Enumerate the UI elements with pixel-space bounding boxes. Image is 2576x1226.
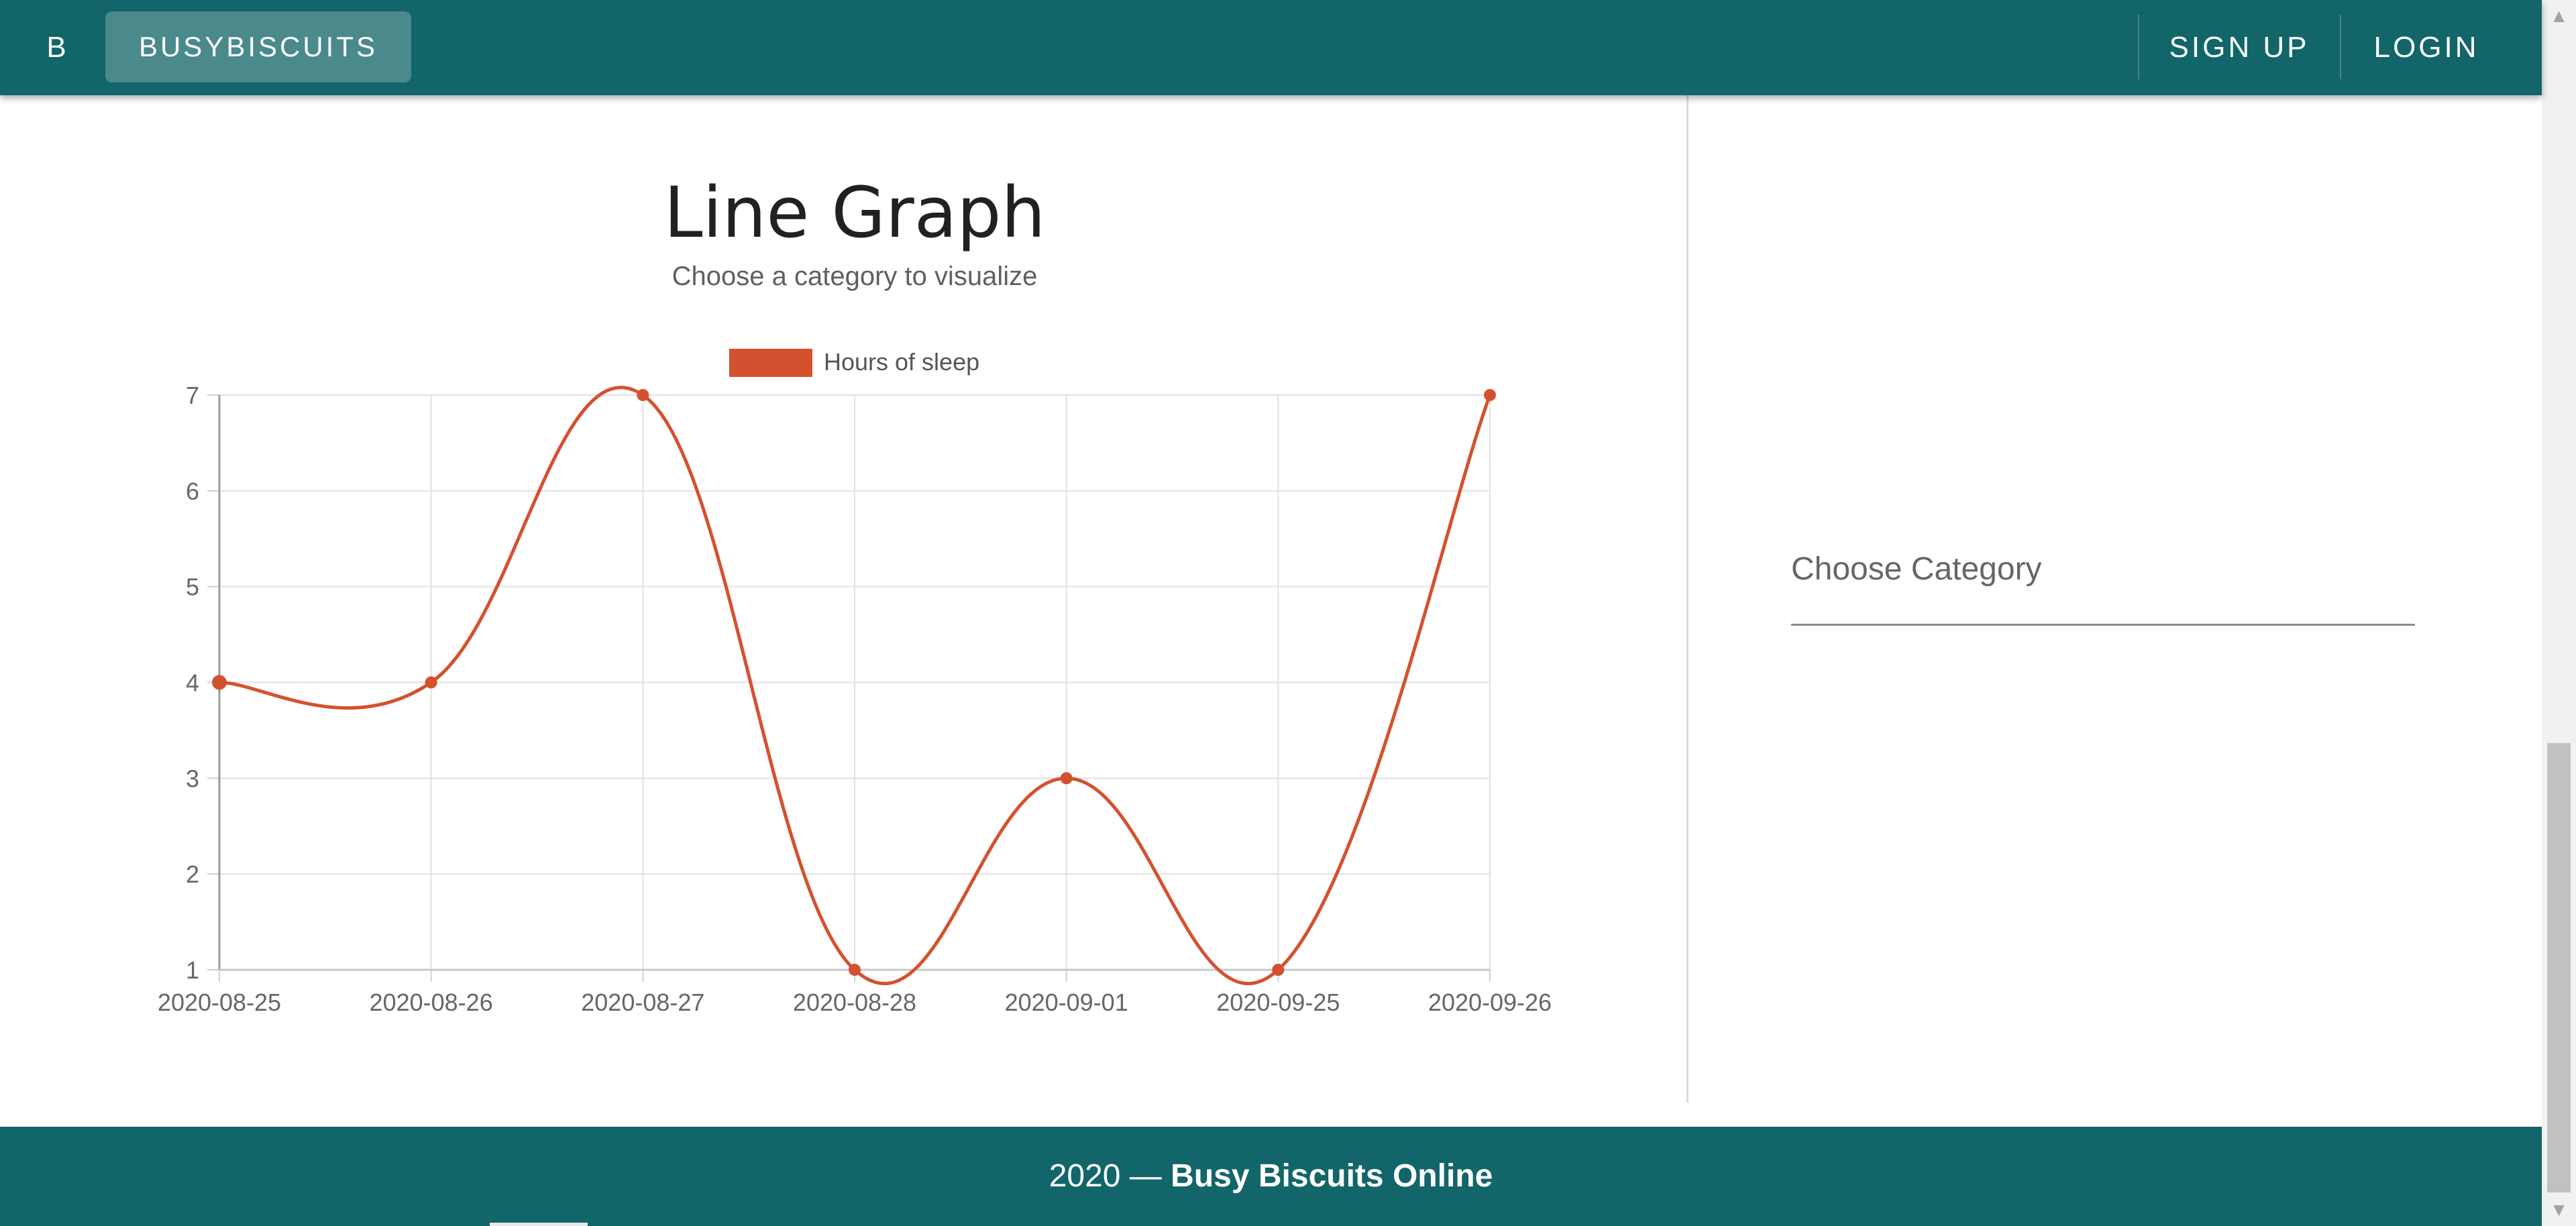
nav-divider xyxy=(2138,15,2139,79)
logo-letter[interactable]: B xyxy=(35,0,79,95)
footer-tab-indicator xyxy=(490,1223,588,1226)
footer-site-name: Busy Biscuits Online xyxy=(1171,1158,1493,1194)
chart-page-title: Line Graph xyxy=(663,172,1046,254)
footer: 2020 — Busy Biscuits Online xyxy=(0,1127,2542,1226)
scroll-down-arrow-icon[interactable]: ▼ xyxy=(2542,1194,2576,1226)
vertical-scrollbar[interactable]: ▲ ▼ xyxy=(2542,0,2576,1226)
app-root: B BUSYBISCUITS SIGN UP LOGIN Line Graph … xyxy=(0,0,2576,1226)
category-select-label: Choose Category xyxy=(1791,551,2042,587)
column-divider xyxy=(1686,95,1688,1103)
chart-page-subtitle: Choose a category to visualize xyxy=(672,262,1038,291)
login-button[interactable]: LOGIN xyxy=(2341,0,2512,95)
footer-year: 2020 — xyxy=(1049,1158,1162,1194)
signup-button[interactable]: SIGN UP xyxy=(2140,0,2339,95)
scroll-up-arrow-icon[interactable]: ▲ xyxy=(2542,0,2576,32)
brand-home-button[interactable]: BUSYBISCUITS xyxy=(105,11,411,82)
scroll-thumb[interactable] xyxy=(2547,743,2571,1192)
top-app-bar: B BUSYBISCUITS SIGN UP LOGIN xyxy=(0,0,2542,95)
